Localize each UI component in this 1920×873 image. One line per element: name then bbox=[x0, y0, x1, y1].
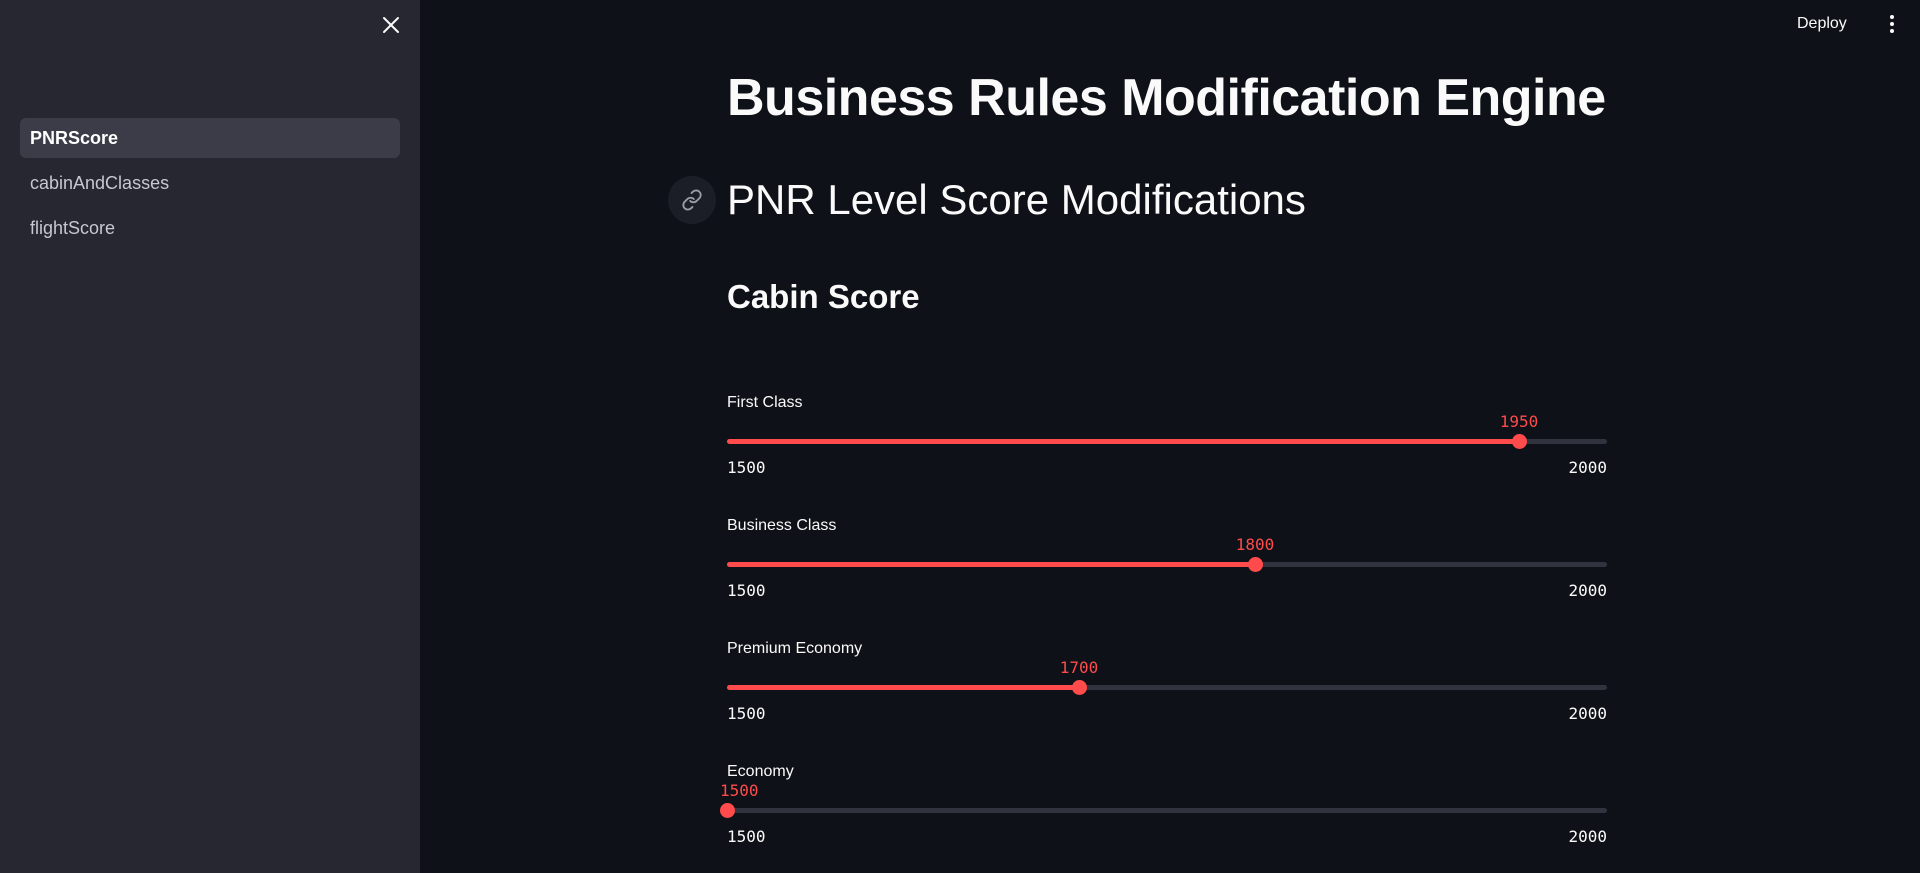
slider-thumb[interactable] bbox=[1072, 680, 1087, 695]
vertical-dots-icon bbox=[1890, 15, 1894, 19]
section-heading: PNR Level Score Modifications bbox=[727, 176, 1306, 223]
first-class-slider: First Class 1950 1500 2000 bbox=[727, 394, 1607, 494]
subsection-heading: Cabin Score bbox=[727, 278, 920, 315]
slider-thumb[interactable] bbox=[720, 803, 735, 818]
slider-track[interactable] bbox=[727, 685, 1607, 690]
slider-value: 1800 bbox=[1235, 535, 1275, 554]
deploy-button[interactable]: Deploy bbox=[1797, 10, 1847, 38]
sidebar-item-label: cabinAndClasses bbox=[30, 172, 170, 193]
slider-thumb[interactable] bbox=[1512, 434, 1527, 449]
section-anchor-link[interactable] bbox=[668, 176, 716, 224]
slider-min-label: 1500 bbox=[727, 827, 766, 846]
slider-value: 1500 bbox=[720, 781, 759, 800]
slider-value: 1700 bbox=[1059, 658, 1099, 677]
sidebar-item-cabinandclasses[interactable]: cabinAndClasses bbox=[20, 163, 400, 203]
slider-track[interactable] bbox=[727, 439, 1607, 444]
slider-track[interactable] bbox=[727, 808, 1607, 813]
slider-label: Premium Economy bbox=[727, 640, 863, 657]
slider-max-label: 2000 bbox=[1568, 704, 1607, 723]
sidebar-item-pnrscore[interactable]: PNRScore bbox=[20, 118, 400, 158]
sidebar: PNRScore cabinAndClasses flightScore bbox=[0, 0, 420, 873]
vertical-dots-icon-dot bbox=[1890, 22, 1894, 26]
slider-thumb[interactable] bbox=[1248, 557, 1263, 572]
page-title: Business Rules Modification Engine bbox=[727, 69, 1606, 127]
main-menu-button[interactable] bbox=[1882, 12, 1902, 36]
slider-label: First Class bbox=[727, 394, 803, 411]
slider-track-fill bbox=[727, 439, 1519, 444]
close-icon bbox=[383, 17, 399, 33]
slider-min-label: 1500 bbox=[727, 581, 766, 600]
link-icon bbox=[682, 189, 702, 211]
slider-min-label: 1500 bbox=[727, 704, 766, 723]
slider-label: Business Class bbox=[727, 517, 837, 534]
vertical-dots-icon-dot bbox=[1890, 29, 1894, 33]
economy-slider: Economy 1500 1500 2000 bbox=[720, 763, 1607, 863]
premium-economy-slider: Premium Economy 1700 1500 2000 bbox=[727, 640, 1607, 740]
slider-track[interactable] bbox=[727, 562, 1607, 567]
slider-min-label: 1500 bbox=[727, 458, 766, 477]
sidebar-item-label: flightScore bbox=[30, 217, 116, 238]
close-sidebar-button[interactable] bbox=[378, 12, 404, 38]
slider-max-label: 2000 bbox=[1568, 827, 1607, 846]
slider-value: 1950 bbox=[1499, 412, 1539, 431]
slider-label: Economy bbox=[727, 763, 794, 780]
slider-track-fill bbox=[727, 562, 1255, 567]
sidebar-item-label: PNRScore bbox=[30, 127, 119, 148]
slider-max-label: 2000 bbox=[1568, 458, 1607, 477]
sidebar-item-flightscore[interactable]: flightScore bbox=[20, 208, 400, 248]
sidebar-nav: PNRScore cabinAndClasses flightScore bbox=[20, 118, 400, 253]
business-class-slider: Business Class 1800 1500 2000 bbox=[727, 517, 1607, 617]
slider-track-fill bbox=[727, 685, 1079, 690]
slider-max-label: 2000 bbox=[1568, 581, 1607, 600]
